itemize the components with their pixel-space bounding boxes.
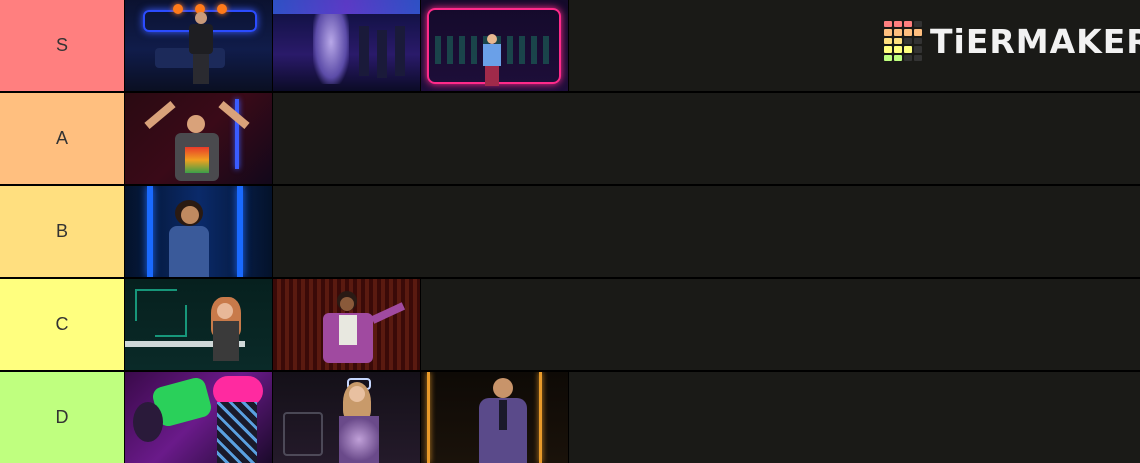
tier-row-b: B [0, 186, 1140, 277]
tile-b-1[interactable] [125, 186, 273, 277]
tile-d-2[interactable] [273, 372, 421, 463]
tile-a-1[interactable] [125, 93, 273, 184]
tile-c-2[interactable] [273, 279, 421, 370]
tier-label-d[interactable]: D [0, 372, 125, 463]
tier-items-d [125, 372, 569, 463]
tier-label-b[interactable]: B [0, 186, 125, 277]
tile-d-1[interactable] [125, 372, 273, 463]
tier-items-c [125, 279, 421, 370]
tier-items-b [125, 186, 273, 277]
logo-grid-icon [884, 20, 922, 62]
tier-row-d: D [0, 372, 1140, 463]
tile-s-2[interactable] [273, 0, 421, 91]
tile-s-3[interactable] [421, 0, 569, 91]
tier-items-s [125, 0, 569, 91]
tiermaker-logo: TiERMAKER [884, 20, 1140, 62]
tier-row-a: A [0, 93, 1140, 184]
tier-label-a[interactable]: A [0, 93, 125, 184]
tile-s-1[interactable] [125, 0, 273, 91]
tier-items-a [125, 93, 273, 184]
tier-label-s[interactable]: S [0, 0, 125, 91]
tier-row-c: C [0, 279, 1140, 370]
tile-c-1[interactable] [125, 279, 273, 370]
tile-d-3[interactable] [421, 372, 569, 463]
logo-text: TiERMAKER [930, 21, 1140, 61]
tier-label-c[interactable]: C [0, 279, 125, 370]
tier-list: S A B C D TiERMAKER [0, 0, 1140, 463]
